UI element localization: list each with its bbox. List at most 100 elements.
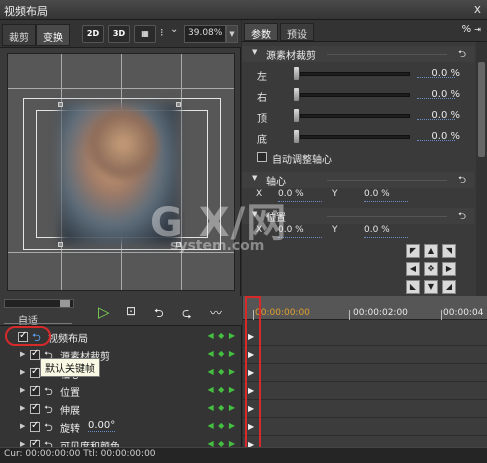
watermark-subtext: system.com <box>170 238 265 254</box>
expand-icon[interactable]: ▶ <box>20 404 25 412</box>
video-frame-face <box>88 109 158 179</box>
curve-icon[interactable]: 〰 <box>210 304 222 321</box>
slider-track[interactable] <box>300 93 410 97</box>
track-checkbox[interactable] <box>30 402 40 414</box>
resize-handle[interactable] <box>58 242 63 247</box>
crop-right-value[interactable]: 0.0 % <box>431 89 460 100</box>
window-titlebar: 视频布局 x <box>0 0 487 20</box>
keyframe-nav[interactable]: ◀ ◆ ▶ <box>207 403 236 412</box>
fit-combo-label[interactable]: 自适 <box>18 312 38 327</box>
resize-handle[interactable] <box>176 102 181 107</box>
auto-axis-option[interactable]: 自动调整轴心 <box>257 151 437 166</box>
expand-icon[interactable]: ▶ <box>20 350 25 358</box>
resize-handle[interactable] <box>58 102 63 107</box>
options-icon[interactable]: ⁝ <box>160 26 164 39</box>
reset-icon[interactable]: ⮌ <box>458 47 466 64</box>
nudge-down-left-button[interactable]: ◣ <box>406 280 420 294</box>
timeline-row[interactable]: ▶ <box>243 328 487 346</box>
timeline-row[interactable]: ▶ <box>243 400 487 418</box>
tooltip: 默认关键帧 <box>40 358 100 377</box>
play-icon[interactable]: ▷ <box>98 303 110 321</box>
collapse-icon[interactable]: ▼ <box>252 48 257 56</box>
nudge-left-button[interactable]: ◀ <box>406 262 420 276</box>
ruler-tick <box>441 310 442 320</box>
zoom-dropdown-icon[interactable]: ▼ <box>226 25 238 43</box>
timeline-ruler[interactable]: 00:00:00:00 00:00:02:00 00:00:04 <box>243 296 487 320</box>
auto-axis-label: 自动调整轴心 <box>272 155 332 166</box>
timeline-row[interactable]: ▶ <box>243 346 487 364</box>
nudge-up-button[interactable]: ▲ <box>424 244 438 258</box>
next-keyframe-icon[interactable]: ⮎ <box>182 304 192 325</box>
rotation-value[interactable]: 0.00° <box>88 420 116 432</box>
expand-icon[interactable]: ▶ <box>20 422 25 430</box>
tab-parameters[interactable]: 参数 <box>244 23 278 41</box>
zoom-slider-knob[interactable] <box>60 300 70 307</box>
scrollbar-thumb[interactable] <box>478 62 485 157</box>
section-axis-header[interactable]: ▼ 轴心 ⮌ <box>242 172 474 188</box>
tab-crop[interactable]: 裁剪 <box>2 24 36 46</box>
nudge-right-button[interactable]: ▶ <box>442 262 456 276</box>
expand-icon[interactable]: ▶ <box>20 368 25 376</box>
axis-y-value[interactable]: 0.0 % <box>364 189 390 199</box>
track-row[interactable]: ▶ ⮌ 位置 ◀ ◆ ▶ <box>0 382 242 400</box>
track-row[interactable]: ▶ ⮌ 源素材裁剪 ◀ ◆ ▶ <box>0 346 242 364</box>
keyframe-nav[interactable]: ◀ ◆ ▶ <box>207 385 236 394</box>
position-y-value[interactable]: 0.0 % <box>364 225 390 235</box>
preview-panel: 裁剪 变换 2D 3D ▦ ⁝ ⌄ 39.08% ▼ <box>0 20 241 296</box>
timeline-row[interactable]: ▶ <box>243 382 487 400</box>
slider-track[interactable] <box>300 135 410 139</box>
center-button[interactable]: ✥ <box>424 262 438 276</box>
chevron-down-icon[interactable]: ⌄ <box>170 24 178 35</box>
expand-icon[interactable]: ▶ <box>20 386 25 394</box>
nudge-down-button[interactable]: ▼ <box>424 280 438 294</box>
preview-canvas[interactable] <box>7 53 235 291</box>
view-2d-button[interactable]: 2D <box>82 25 104 43</box>
tab-transform[interactable]: 变换 <box>36 24 70 46</box>
divider <box>327 54 447 55</box>
keyframe-nav[interactable]: ◀ ◆ ▶ <box>207 421 236 430</box>
reset-icon[interactable]: ⮌ <box>458 209 466 226</box>
track-checkbox[interactable] <box>30 366 40 378</box>
track-checkbox[interactable] <box>30 384 40 396</box>
vertical-scrollbar[interactable] <box>476 42 487 296</box>
tab-presets[interactable]: 预设 <box>280 23 314 41</box>
reset-icon[interactable]: ⮌ <box>458 173 466 190</box>
slider-track[interactable] <box>300 114 410 118</box>
nudge-up-right-button[interactable]: ◥ <box>442 244 456 258</box>
slider-knob[interactable] <box>294 88 299 101</box>
slider-knob[interactable] <box>294 109 299 122</box>
timeline-row[interactable]: ▶ <box>243 418 487 436</box>
view-3d-button[interactable]: 3D <box>108 25 130 43</box>
crop-left-value[interactable]: 0.0 % <box>431 68 460 79</box>
track-checkbox[interactable] <box>30 420 40 432</box>
prev-keyframe-icon[interactable]: ⮌ <box>154 304 164 325</box>
zoom-field[interactable]: 39.08% <box>184 25 226 43</box>
nudge-up-left-button[interactable]: ◤ <box>406 244 420 258</box>
keyframe-nav[interactable]: ◀ ◆ ▶ <box>207 331 236 340</box>
nudge-down-right-button[interactable]: ◢ <box>442 280 456 294</box>
percent-unit-icon[interactable]: % ⇥ <box>462 24 481 35</box>
track-label: 伸展 <box>60 406 80 417</box>
track-row[interactable]: ▶ ⮌ 伸展 ◀ ◆ ▶ <box>0 400 242 418</box>
grid-view-button[interactable]: ▦ <box>134 25 156 43</box>
highlight-annotation <box>5 326 51 346</box>
track-row[interactable]: ▶ ⮌ 旋转 0.00° ◀ ◆ ▶ <box>0 418 242 436</box>
timeline-panel[interactable]: 00:00:00:00 00:00:02:00 00:00:04 ▶ ▶ ▶ ▶… <box>243 296 487 455</box>
crop-bottom-value[interactable]: 0.0 % <box>431 131 460 142</box>
keyframe-nav[interactable]: ◀ ◆ ▶ <box>207 349 236 358</box>
auto-axis-checkbox[interactable] <box>257 152 267 162</box>
zoom-slider[interactable] <box>4 299 74 308</box>
keyframe-nav[interactable]: ◀ ◆ ▶ <box>207 367 236 376</box>
close-icon[interactable]: x <box>474 2 481 16</box>
slider-knob[interactable] <box>294 130 299 143</box>
timeline-row[interactable]: ▶ <box>243 364 487 382</box>
slider-knob[interactable] <box>294 67 299 80</box>
section-crop-header[interactable]: ▼ 源素材裁剪 ⮌ <box>242 46 474 62</box>
collapse-icon[interactable]: ▼ <box>252 174 257 182</box>
track-row[interactable]: ▶ ⮌ 轴心 ◀ ◆ ▶ <box>0 364 242 382</box>
section-crop-title: 源素材裁剪 <box>266 51 316 62</box>
crop-top-value[interactable]: 0.0 % <box>431 110 460 121</box>
track-checkbox[interactable] <box>30 348 40 360</box>
add-keyframe-icon[interactable]: ⊡ <box>126 304 136 318</box>
slider-track[interactable] <box>300 72 410 76</box>
